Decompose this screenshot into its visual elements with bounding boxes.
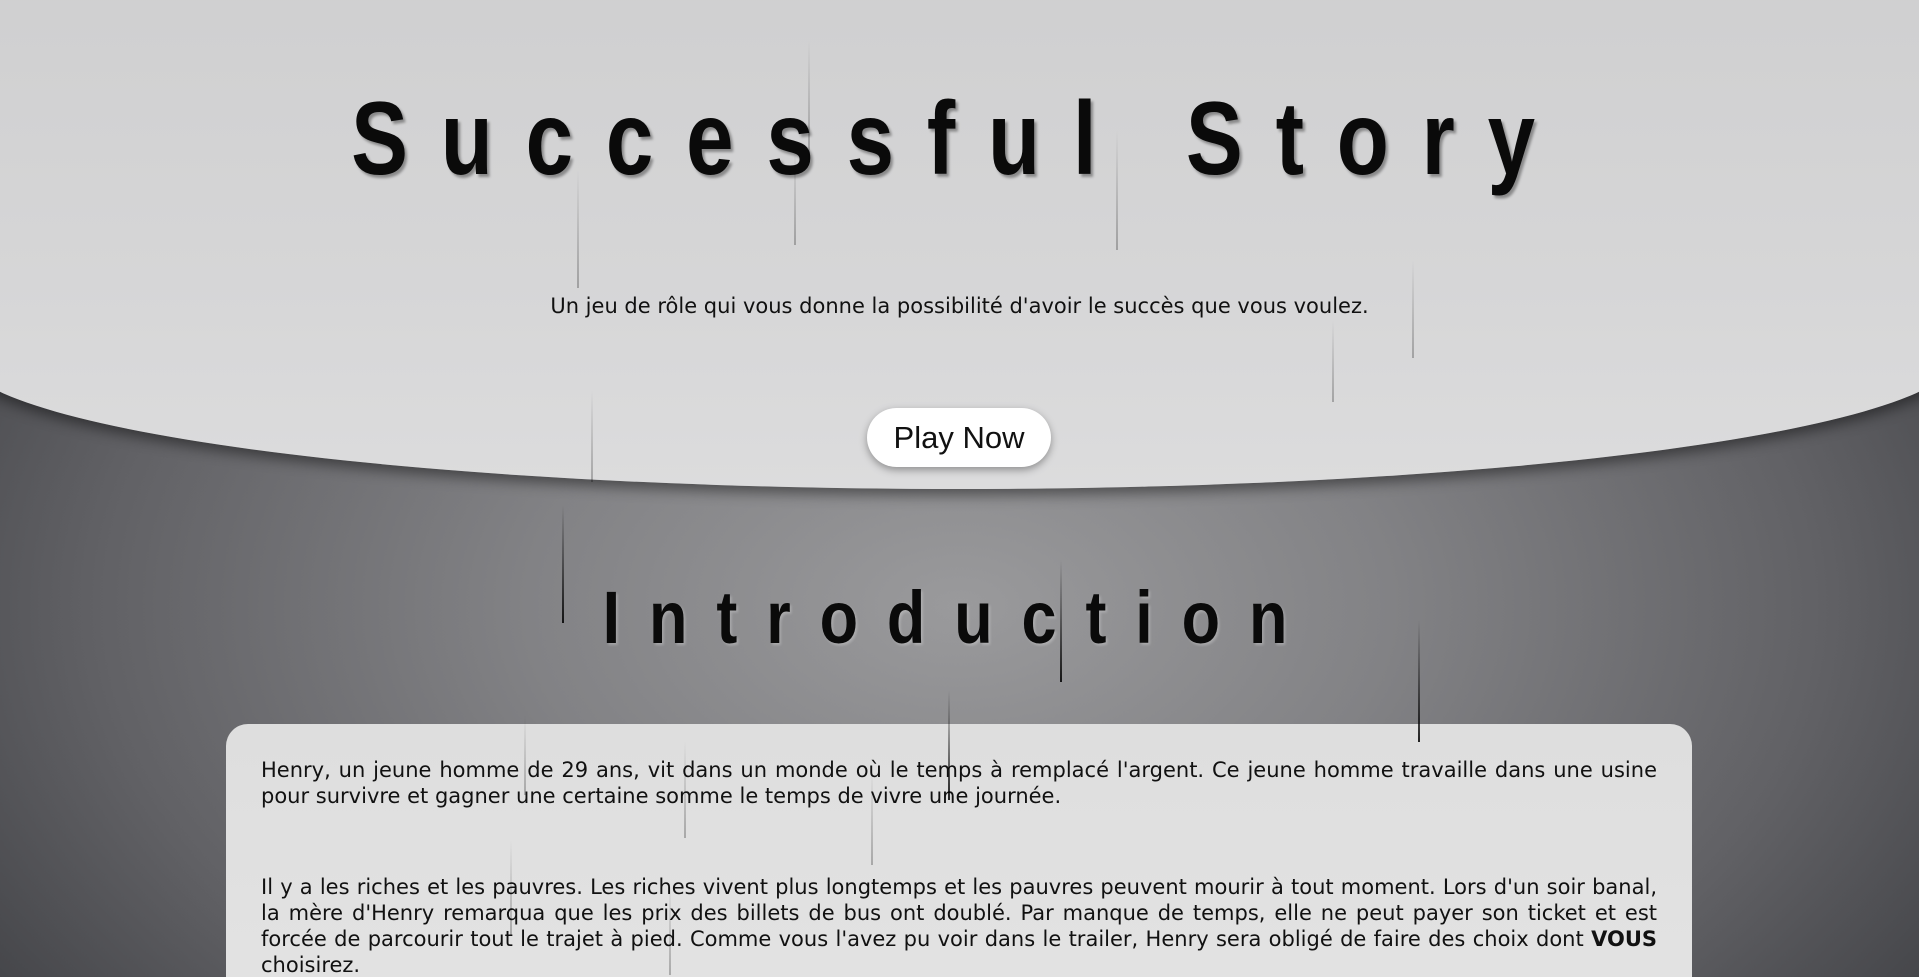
introduction-heading: Introduction [602,576,1317,659]
play-now-button[interactable]: Play Now [867,408,1051,467]
intro-emphasis-vous: VOUS [1591,927,1657,951]
introduction-card: Henry, un jeune homme de 29 ans, vit dan… [226,724,1692,977]
page-title: Successful Story [351,81,1568,197]
intro-paragraph-2-text: Il y a les riches et les pauvres. Les ri… [261,875,1657,951]
intro-paragraph-2-end: choisirez. [261,953,361,977]
intro-paragraph-2: Il y a les riches et les pauvres. Les ri… [261,874,1657,977]
intro-paragraph-1: Henry, un jeune homme de 29 ans, vit dan… [261,758,1657,808]
hero-subtitle: Un jeu de rôle qui vous donne la possibi… [550,294,1369,318]
